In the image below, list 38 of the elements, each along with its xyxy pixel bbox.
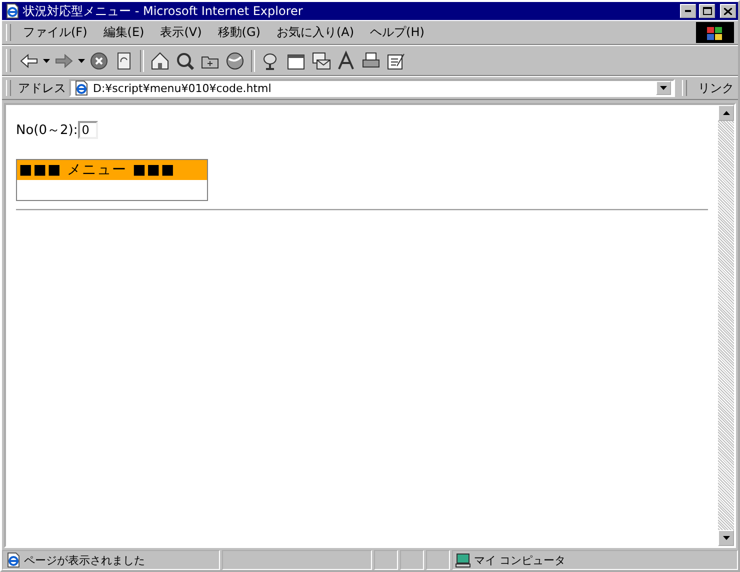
scroll-down-button[interactable] (718, 530, 734, 546)
minimize-button[interactable] (680, 4, 696, 18)
minimize-icon (685, 10, 691, 12)
scroll-up-button[interactable] (718, 105, 734, 121)
dropdown-arrow-icon (43, 58, 50, 62)
address-field[interactable]: D:¥script¥menu¥010¥code.html (69, 79, 675, 97)
home-icon[interactable] (149, 50, 171, 72)
down-arrow-icon (722, 536, 730, 540)
menu-item[interactable]: 表示(V) (152, 22, 210, 43)
address-label: アドレス (18, 80, 66, 96)
page-icon (5, 552, 21, 568)
globe-icon[interactable] (224, 50, 246, 72)
mail-icon[interactable] (310, 50, 332, 72)
close-icon (724, 8, 732, 14)
stop-icon[interactable] (88, 50, 110, 72)
menu-item[interactable]: ファイル(F) (15, 22, 96, 43)
dropdown-arrow-icon (660, 86, 667, 90)
computer-icon (455, 552, 471, 568)
window-title: 状況対応型メニュー - Microsoft Internet Explorer (23, 2, 304, 20)
up-arrow-icon (722, 111, 730, 115)
field-label: No(0～2): (16, 122, 78, 139)
menu-item[interactable]: 移動(G) (210, 22, 268, 43)
close-button[interactable] (720, 4, 736, 18)
windows-logo-icon (696, 22, 734, 43)
menu-item[interactable]: 編集(E) (95, 22, 152, 43)
font-icon[interactable] (335, 50, 357, 72)
menu-header: ■■■ メニュー ■■■ (17, 160, 207, 180)
status-message: ページが表示されました (2, 550, 220, 570)
security-zone: マイ コンピュータ (452, 550, 738, 570)
page-icon (73, 80, 89, 96)
number-field[interactable]: 0 (78, 121, 98, 139)
menu-item[interactable]: お気に入り(A) (268, 22, 362, 43)
maximize-button[interactable] (699, 4, 715, 18)
menu-item[interactable]: ヘルプ(H) (362, 22, 432, 43)
maximize-icon (702, 7, 712, 15)
scrollbar[interactable] (718, 105, 734, 546)
links-button[interactable]: リンク (694, 80, 734, 96)
dropdown-arrow-icon (78, 58, 85, 62)
